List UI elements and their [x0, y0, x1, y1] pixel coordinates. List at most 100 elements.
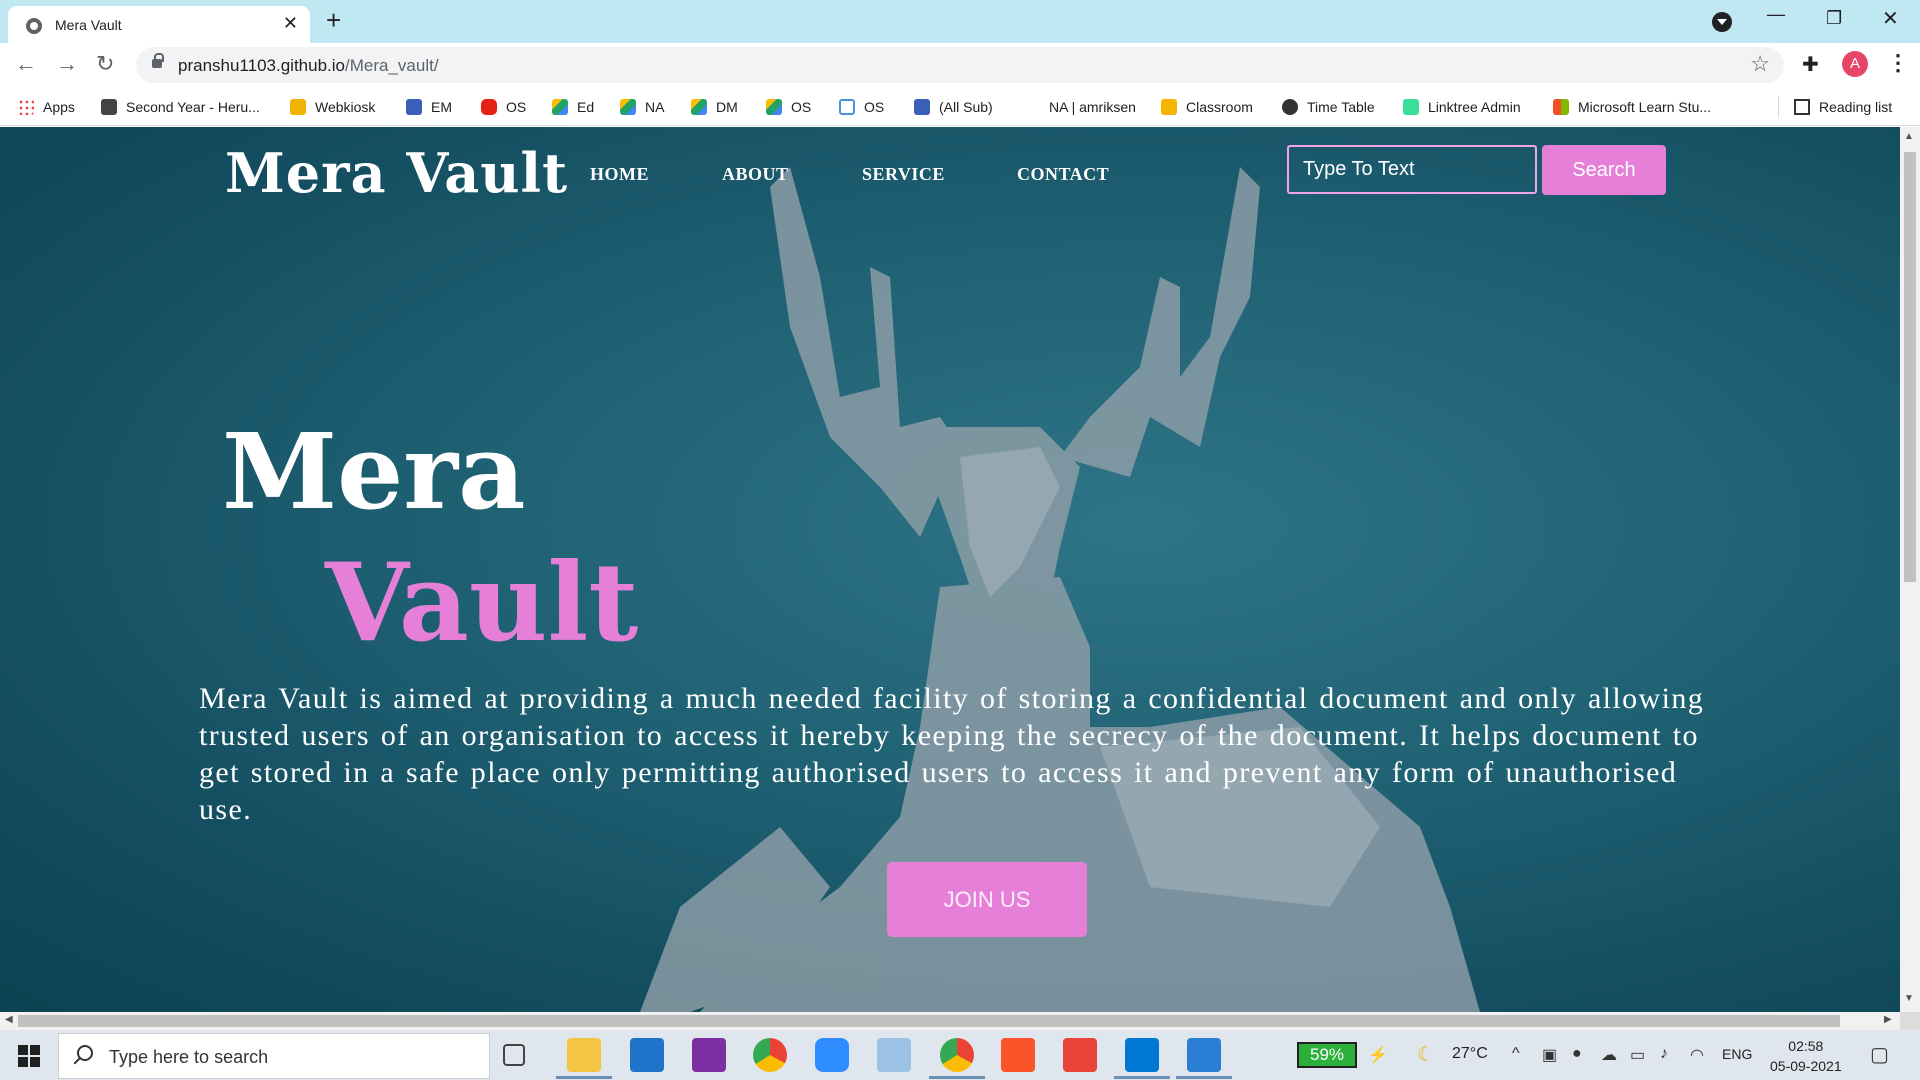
site-search-input[interactable]: Type To Text [1287, 145, 1537, 194]
clock-date: 05-09-2021 [1770, 1058, 1842, 1074]
bookmark-webkiosk[interactable]: Webkiosk [290, 95, 375, 119]
nav-contact[interactable]: CONTACT [1017, 164, 1109, 185]
file-explorer-icon[interactable] [567, 1038, 601, 1072]
divider [1778, 96, 1779, 118]
onenote-icon[interactable] [692, 1038, 726, 1072]
battery-indicator[interactable]: 59% [1297, 1042, 1357, 1068]
bookmark-ed[interactable]: Ed [552, 95, 594, 119]
taskbar-search-box[interactable]: Type here to search [58, 1033, 490, 1079]
hero-title-vault: Vault [325, 540, 639, 666]
nav-about[interactable]: ABOUT [722, 164, 789, 185]
close-tab-icon[interactable]: ✕ [283, 13, 298, 34]
browser-menu-icon[interactable]: ⋮ [1887, 50, 1909, 76]
bookmark-time-table[interactable]: Time Table [1282, 95, 1375, 119]
chrome-profile-icon[interactable] [940, 1038, 974, 1072]
zoom-icon[interactable] [815, 1038, 849, 1072]
restore-button[interactable]: ❐ [1826, 8, 1842, 29]
bookmark-em[interactable]: EM [406, 95, 452, 119]
microphone-icon[interactable]: ● [1572, 1045, 1582, 1063]
apps-grid-icon [18, 99, 34, 115]
scroll-up-icon[interactable]: ▲ [1904, 131, 1914, 142]
reload-icon[interactable]: ↻ [96, 51, 114, 77]
site-logo[interactable]: Mera Vault [225, 141, 568, 205]
chevron-up-icon[interactable]: ^ [1512, 1045, 1520, 1063]
photos-icon[interactable] [1187, 1038, 1221, 1072]
drive-icon [691, 99, 707, 115]
close-window-button[interactable]: ✕ [1882, 6, 1899, 31]
notification-icon[interactable]: ▢ [1870, 1042, 1889, 1067]
bookmark-linktree[interactable]: Linktree Admin [1403, 95, 1521, 119]
active-indicator [556, 1076, 612, 1079]
tab-search-icon[interactable] [1712, 12, 1732, 32]
tab-mera-vault[interactable]: Mera Vault ✕ [8, 6, 310, 43]
bookmark-os-drive[interactable]: OS [766, 95, 811, 119]
calendar-icon [914, 99, 930, 115]
address-bar[interactable]: pranshu1103.github.io/Mera_vault/ ☆ [136, 47, 1784, 83]
volume-icon[interactable]: ♪ [1660, 1045, 1668, 1063]
bookmark-icon [290, 99, 306, 115]
new-tab-button[interactable]: + [326, 5, 341, 36]
join-us-button[interactable]: JOIN US [887, 862, 1087, 937]
horizontal-scrollbar[interactable]: ◀ ▶ [0, 1012, 1900, 1030]
chrome-icon[interactable] [753, 1038, 787, 1072]
drive-icon [620, 99, 636, 115]
bookmark-star-icon[interactable]: ☆ [1750, 51, 1770, 77]
hero-title-mera: Mera [222, 410, 526, 533]
weather-moon-icon[interactable]: ☾ [1417, 1042, 1435, 1067]
brave-icon[interactable] [1001, 1038, 1035, 1072]
language-indicator[interactable]: ENG [1722, 1046, 1752, 1062]
url-text[interactable]: pranshu1103.github.io/Mera_vault/ [178, 56, 439, 76]
battery-icon[interactable]: ▭ [1630, 1045, 1645, 1065]
extensions-icon[interactable]: ✚ [1802, 52, 1819, 77]
wifi-icon[interactable]: ◠ [1690, 1045, 1704, 1065]
tab-strip: Mera Vault ✕ + — ❐ ✕ [0, 0, 1920, 43]
bookmark-na-amriksen[interactable]: NA | amriksen [1024, 95, 1136, 119]
camera-icon[interactable]: ▣ [1542, 1045, 1557, 1065]
bookmark-os-youtube[interactable]: OS [481, 95, 526, 119]
notepad-icon[interactable] [877, 1038, 911, 1072]
drive-icon [552, 99, 568, 115]
youtube-icon [481, 99, 497, 115]
back-icon[interactable]: ← [15, 51, 37, 77]
site-search-button[interactable]: Search [1542, 145, 1666, 195]
clock-time: 02:58 [1788, 1038, 1824, 1054]
bookmark-os-table[interactable]: OS [839, 95, 884, 119]
scroll-left-icon[interactable]: ◀ [5, 1014, 13, 1025]
onedrive-icon[interactable]: ☁ [1601, 1045, 1617, 1065]
temperature[interactable]: 27°C [1452, 1045, 1488, 1063]
bookmark-microsoft-learn[interactable]: Microsoft Learn Stu... [1553, 95, 1711, 119]
bookmark-dm[interactable]: DM [691, 95, 738, 119]
bookmark-classroom[interactable]: Classroom [1161, 95, 1253, 119]
vertical-scrollbar[interactable]: ▲ ▼ [1900, 127, 1920, 1012]
globe-icon [26, 18, 42, 34]
hero-section: Mera Vault HOME ABOUT SERVICE CONTACT Ty… [0, 127, 1900, 1012]
forward-icon[interactable]: → [56, 51, 78, 77]
reading-list-icon [1794, 99, 1810, 115]
vertical-scroll-thumb[interactable] [1904, 152, 1916, 582]
microsoft-icon [1553, 99, 1569, 115]
minimize-button[interactable]: — [1767, 4, 1785, 25]
bookmark-icon [1024, 99, 1040, 115]
lock-icon[interactable] [152, 53, 164, 68]
wps-office-icon[interactable] [1063, 1038, 1097, 1072]
globe-icon [1282, 99, 1298, 115]
reading-list-button[interactable]: Reading list [1794, 95, 1892, 119]
bookmark-all-sub[interactable]: (All Sub) [914, 95, 993, 119]
mail-icon[interactable] [630, 1038, 664, 1072]
active-indicator [929, 1076, 985, 1079]
bookmark-apps[interactable]: Apps [18, 95, 75, 119]
clock[interactable]: 02:58 05-09-2021 [1770, 1036, 1842, 1076]
bookmark-icon [101, 99, 117, 115]
task-view-icon[interactable] [503, 1044, 525, 1066]
nav-service[interactable]: SERVICE [862, 164, 945, 185]
table-icon [839, 99, 855, 115]
scroll-down-icon[interactable]: ▼ [1904, 993, 1914, 1004]
profile-avatar[interactable]: A [1842, 51, 1868, 77]
bookmark-na[interactable]: NA [620, 95, 664, 119]
nav-home[interactable]: HOME [590, 164, 649, 185]
windows-start-icon[interactable] [18, 1045, 40, 1067]
scroll-right-icon[interactable]: ▶ [1884, 1014, 1892, 1025]
vscode-icon[interactable] [1125, 1038, 1159, 1072]
horizontal-scroll-thumb[interactable] [18, 1015, 1840, 1027]
bookmark-second-year[interactable]: Second Year - Heru... [101, 95, 260, 119]
